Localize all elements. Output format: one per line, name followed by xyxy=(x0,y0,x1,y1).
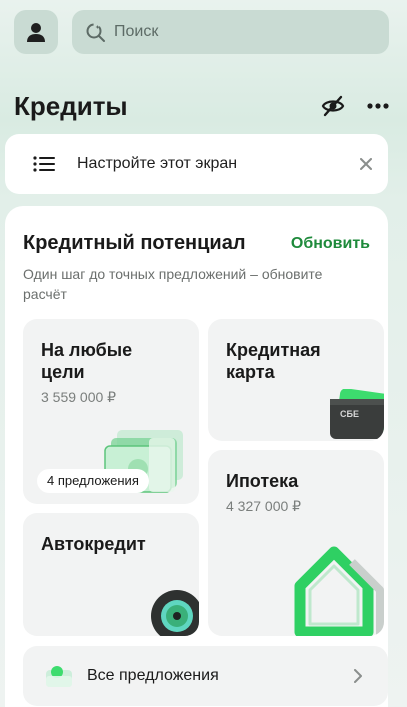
tile-any-purpose-loan[interactable]: На любые цели 3 559 000 ₽ 4 предложения xyxy=(23,319,199,504)
banner-text: Настройте этот экран xyxy=(77,155,238,172)
tile-title: Ипотека xyxy=(226,471,299,491)
wheel-illustration-icon xyxy=(151,590,199,636)
tile-credit-card[interactable]: Кредитная карта СБЕ xyxy=(208,319,384,441)
close-icon[interactable] xyxy=(360,158,372,170)
tile-auto-loan[interactable]: Автокредит xyxy=(23,513,199,636)
page-header: Кредиты xyxy=(14,88,389,124)
refresh-button[interactable]: Обновить xyxy=(291,235,370,253)
tile-amount: 3 559 000 ₽ xyxy=(41,389,117,405)
search-input[interactable]: Поиск xyxy=(72,10,389,54)
card-header: Кредитный потенциал Обновить xyxy=(23,232,370,256)
tile-amount: 4 327 000 ₽ xyxy=(226,498,302,514)
page-title: Кредиты xyxy=(14,90,128,121)
credit-card-illustration-icon: СБЕ xyxy=(330,389,384,439)
house-illustration-icon xyxy=(294,546,384,636)
search-icon xyxy=(86,23,105,42)
header-actions xyxy=(321,95,389,117)
card-subtitle: Один шаг до точных предложений – обновит… xyxy=(23,266,323,302)
top-bar: Поиск xyxy=(14,10,389,54)
customize-screen-banner[interactable]: Настройте этот экран xyxy=(5,134,388,194)
tile-mortgage[interactable]: Ипотека 4 327 000 ₽ xyxy=(208,450,384,636)
all-offers-row[interactable]: Все предложения xyxy=(23,646,388,706)
hide-balance-eye-icon[interactable] xyxy=(321,95,345,117)
chevron-right-icon xyxy=(354,669,362,683)
card-title: Кредитный потенциал xyxy=(23,232,246,254)
card-brand-text: СБЕ xyxy=(340,409,359,419)
profile-button[interactable] xyxy=(14,10,58,54)
tile-title: Автокредит xyxy=(41,534,146,554)
tile-title: Кредитная карта xyxy=(226,340,321,382)
search-placeholder: Поиск xyxy=(114,23,159,40)
user-icon xyxy=(27,23,45,42)
offers-count-badge: 4 предложения xyxy=(37,469,149,493)
list-icon xyxy=(33,156,55,172)
all-offers-label: Все предложения xyxy=(87,667,219,684)
credit-potential-card: Кредитный потенциал Обновить Один шаг до… xyxy=(5,206,388,707)
offers-illustration-icon xyxy=(46,666,72,687)
more-icon[interactable] xyxy=(367,103,389,109)
tile-title: На любые цели xyxy=(41,340,133,382)
